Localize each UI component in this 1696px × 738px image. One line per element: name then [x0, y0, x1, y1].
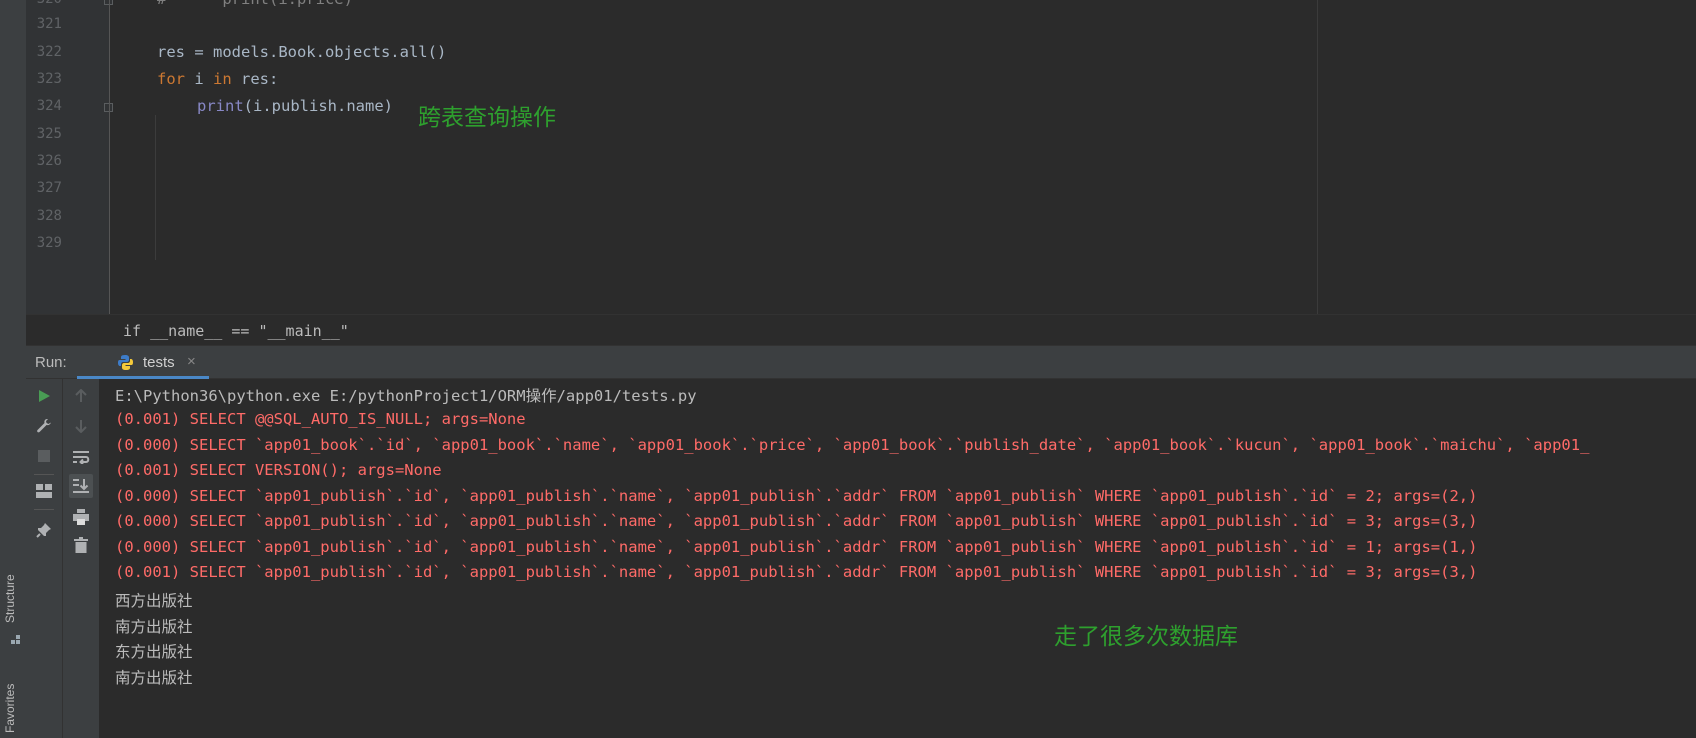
stop-button[interactable] — [32, 444, 56, 468]
python-icon — [118, 355, 133, 370]
scroll-to-end-icon — [73, 479, 89, 493]
restore-layout-button[interactable] — [32, 479, 56, 503]
rerun-button[interactable] — [32, 384, 56, 408]
up-stack-button[interactable] — [69, 384, 93, 408]
arrow-up-icon — [75, 389, 87, 402]
clear-all-button[interactable] — [69, 533, 93, 557]
layout-icon — [36, 484, 52, 498]
console-output-line: 西方出版社 — [115, 592, 193, 610]
console-output[interactable]: E:\Python36\python.exe E:/pythonProject1… — [100, 379, 1696, 738]
console-sql-line: (0.000) SELECT `app01_publish`.`id`, `ap… — [115, 538, 1478, 556]
toolbar-separator — [34, 509, 54, 510]
line-number: 327 — [36, 180, 62, 196]
code-line-320: # print(i.price) — [157, 0, 353, 8]
rerun-icon — [39, 390, 50, 402]
left-tool-strip: Structure Favorites — [0, 0, 27, 738]
line-number: 325 — [36, 126, 62, 142]
structure-tab-label: Structure — [3, 574, 17, 623]
trash-icon — [74, 537, 88, 553]
wrench-icon — [37, 419, 51, 433]
builtin-function: print — [197, 97, 244, 115]
code-editor[interactable]: 320 321 322 323 324 325 326 327 328 329 … — [26, 0, 1696, 314]
down-stack-button[interactable] — [69, 414, 93, 438]
scroll-to-end-button[interactable] — [69, 474, 93, 498]
line-number: 322 — [36, 44, 62, 60]
print-icon — [73, 509, 89, 525]
breadcrumb-bar: if __name__ == "__main__" — [26, 314, 1696, 346]
console-output-line: 南方出版社 — [115, 618, 193, 636]
right-margin-guide — [1317, 0, 1318, 314]
run-tab-label: tests — [143, 354, 175, 371]
arrow-down-icon — [75, 420, 87, 433]
structure-icon — [11, 635, 20, 644]
annotation-cross-table-query: 跨表查询操作 — [418, 105, 556, 131]
line-number: 323 — [36, 71, 62, 87]
breadcrumb[interactable]: if __name__ == "__main__" — [123, 322, 349, 340]
console-sql-line: (0.000) SELECT `app01_publish`.`id`, `ap… — [115, 487, 1478, 505]
close-icon[interactable]: × — [187, 353, 196, 370]
settings-button[interactable] — [32, 414, 56, 438]
code-token: (i.publish.name) — [243, 97, 393, 115]
pin-tab-button[interactable] — [32, 518, 56, 542]
keyword: in — [213, 70, 232, 88]
toolbar-separator — [34, 474, 54, 475]
console-output-line: 南方出版社 — [115, 669, 193, 687]
line-number: 329 — [36, 235, 62, 251]
console-sql-line: (0.001) SELECT VERSION(); args=None — [115, 461, 442, 479]
code-line-324: print(i.publish.name) — [197, 97, 393, 115]
console-sql-line: (0.001) SELECT @@SQL_AUTO_IS_NULL; args=… — [115, 410, 526, 428]
run-tool-window-header: Run: tests × — [26, 345, 1696, 379]
indent-guide — [155, 115, 156, 260]
stop-icon — [38, 450, 50, 462]
line-number: 321 — [36, 16, 62, 32]
console-sql-line: (0.000) SELECT `app01_book`.`id`, `app01… — [115, 436, 1590, 454]
keyword: for — [157, 70, 185, 88]
console-output-line: 东方出版社 — [115, 643, 193, 661]
soft-wrap-button[interactable] — [69, 445, 93, 469]
run-toolbar-secondary — [63, 379, 99, 738]
code-line-322: res = models.Book.objects.all() — [157, 43, 447, 61]
soft-wrap-icon — [73, 451, 90, 464]
line-number: 320 — [26, 0, 62, 7]
line-number-gutter: 320 321 322 323 324 325 326 327 328 329 — [26, 0, 113, 314]
favorites-tab-label: Favorites — [3, 683, 17, 733]
annotation-many-db-queries: 走了很多次数据库 — [1054, 624, 1238, 650]
console-sql-line: (0.000) SELECT `app01_publish`.`id`, `ap… — [115, 512, 1478, 530]
run-toolbar-primary — [26, 379, 63, 738]
pin-icon — [36, 523, 51, 538]
run-tab-tests[interactable]: tests × — [77, 346, 209, 379]
code-token: res: — [231, 70, 279, 88]
code-line-323: for i in res: — [157, 70, 278, 88]
line-number: 328 — [36, 208, 62, 224]
console-sql-line: (0.001) SELECT `app01_publish`.`id`, `ap… — [115, 563, 1478, 581]
line-number: 324 — [36, 98, 62, 114]
gutter-separator — [109, 0, 110, 314]
print-button[interactable] — [69, 505, 93, 529]
code-token: i — [185, 70, 213, 88]
line-number: 326 — [36, 153, 62, 169]
run-label: Run: — [35, 354, 67, 371]
console-command-line: E:\Python36\python.exe E:/pythonProject1… — [115, 387, 697, 405]
